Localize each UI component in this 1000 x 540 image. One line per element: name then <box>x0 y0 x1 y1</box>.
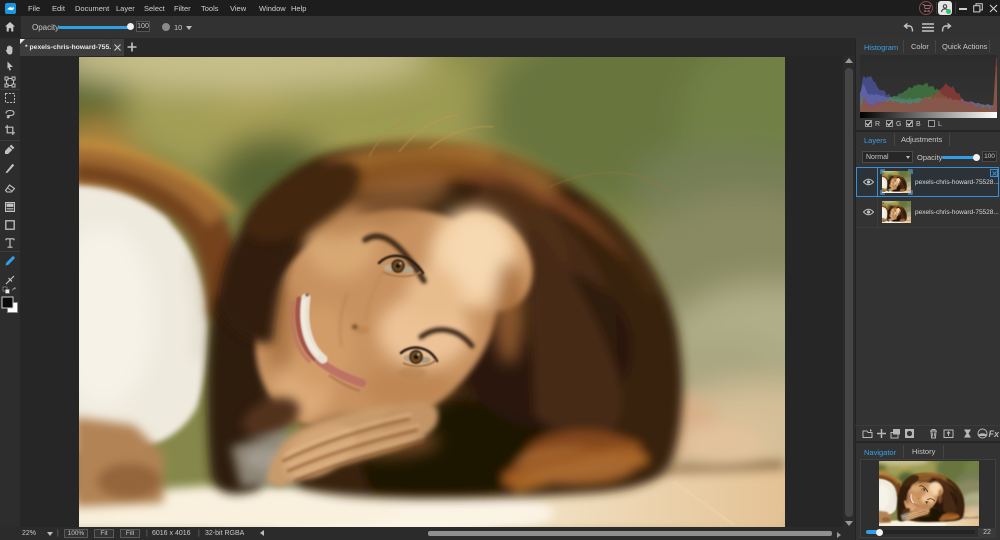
svg-text:Fx: Fx <box>989 429 1000 439</box>
